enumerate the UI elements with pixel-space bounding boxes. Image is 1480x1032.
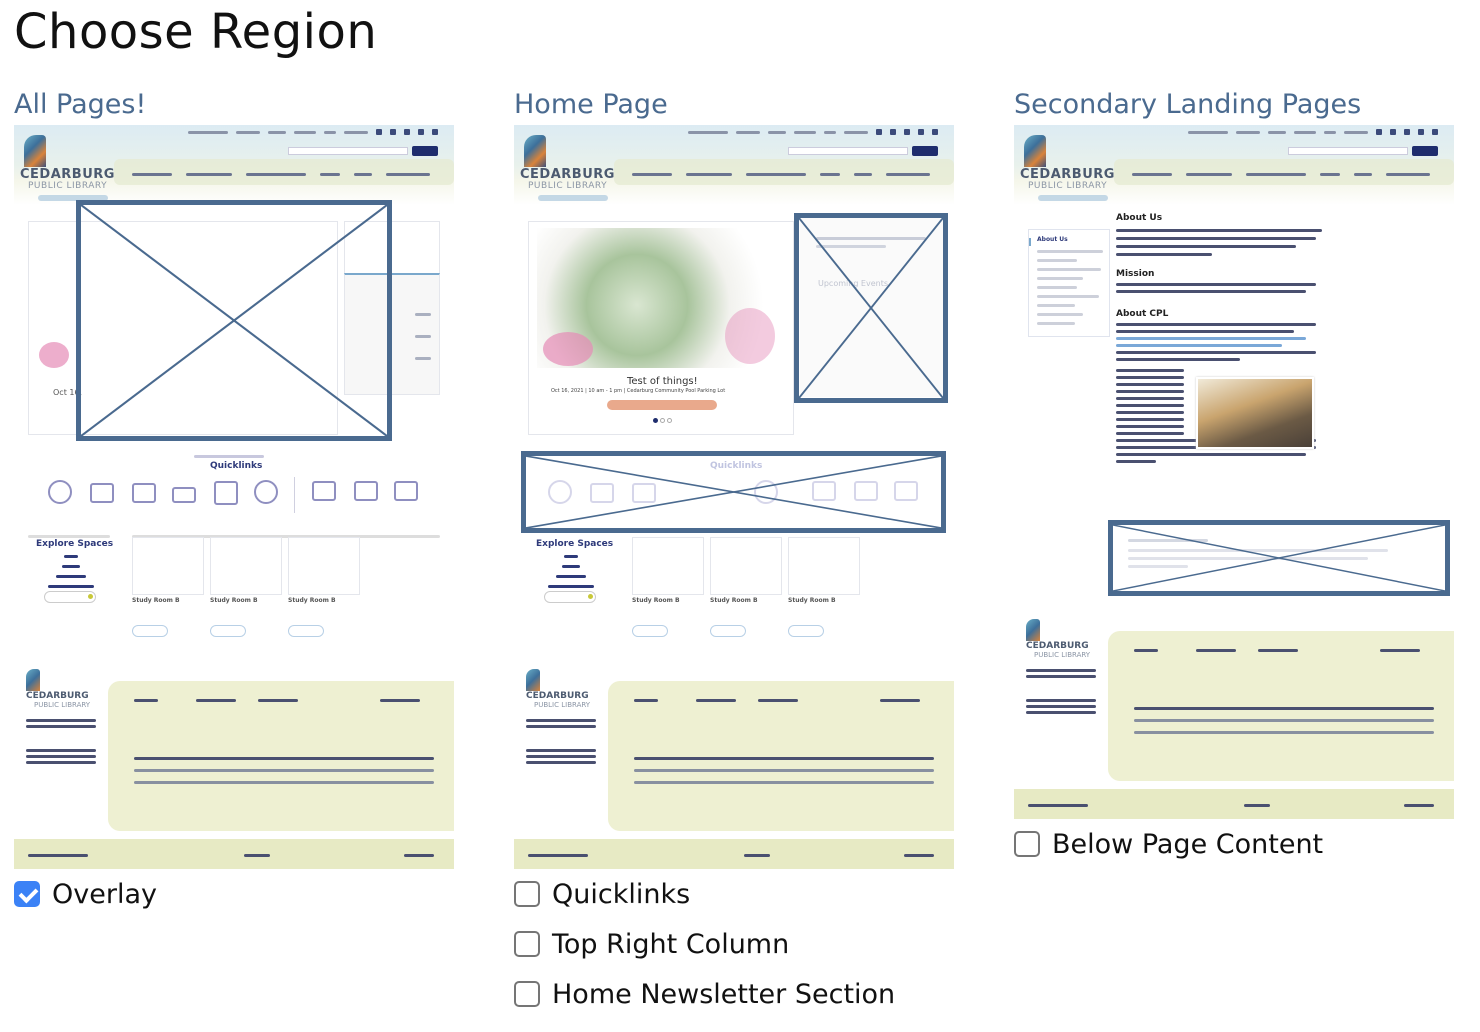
quicklinks-region-marker bbox=[521, 451, 946, 533]
site-nav bbox=[1132, 173, 1430, 176]
region-options: Below Page Content bbox=[1014, 819, 1454, 869]
region-column-all-pages: All Pages! CEDARBURG PUBLIC LIBRARY Oct … bbox=[14, 86, 454, 919]
footer-logo-icon bbox=[1026, 619, 1040, 641]
below-page-content-checkbox-row[interactable]: Below Page Content bbox=[1014, 819, 1454, 869]
column-title: All Pages! bbox=[14, 89, 147, 120]
column-title: Home Page bbox=[514, 89, 668, 120]
explore-spaces-title: Explore Spaces bbox=[36, 539, 114, 549]
top-right-column-checkbox[interactable] bbox=[514, 931, 540, 957]
region-options: Overlay bbox=[14, 869, 454, 919]
checkbox-label: Top Right Column bbox=[552, 928, 790, 960]
site-header: CEDARBURG PUBLIC LIBRARY bbox=[1014, 125, 1454, 205]
explore-spaces-title: Explore Spaces bbox=[536, 539, 614, 549]
heart-icon bbox=[254, 480, 278, 504]
site-nav bbox=[132, 173, 430, 176]
phone-icon bbox=[48, 480, 72, 504]
logo-text: CEDARBURG bbox=[520, 167, 615, 182]
region-options: Quicklinks Top Right Column Home Newslet… bbox=[514, 869, 954, 1019]
site-search-button bbox=[1412, 146, 1438, 156]
teens-icon bbox=[354, 481, 378, 501]
top-bar bbox=[188, 129, 438, 135]
page-thumbnail[interactable]: CEDARBURG PUBLIC LIBRARY About Us About … bbox=[1014, 125, 1454, 819]
home-newsletter-checkbox[interactable] bbox=[514, 981, 540, 1007]
quicklinks-checkbox[interactable] bbox=[514, 881, 540, 907]
site-header: CEDARBURG PUBLIC LIBRARY bbox=[514, 125, 954, 205]
column-title: Secondary Landing Pages bbox=[1014, 89, 1362, 120]
below-page-content-checkbox[interactable] bbox=[1014, 831, 1040, 857]
checkbox-label: Overlay bbox=[52, 878, 157, 910]
checkbox-label: Below Page Content bbox=[1052, 828, 1324, 860]
card-icon bbox=[90, 483, 114, 503]
site-header: CEDARBURG PUBLIC LIBRARY bbox=[14, 125, 454, 205]
site-footer: CEDARBURG PUBLIC LIBRARY bbox=[14, 669, 454, 869]
hero-meta: Oct 16, 2021 | 10 am - 1 pm | Cedarburg … bbox=[551, 388, 726, 394]
checkbox-label: Quicklinks bbox=[552, 878, 691, 910]
quicklinks-checkbox-row[interactable]: Quicklinks bbox=[514, 869, 954, 919]
overlay-region-marker bbox=[76, 200, 392, 441]
adults-icon bbox=[394, 481, 418, 501]
hero-button bbox=[607, 400, 717, 410]
hero-title: Test of things! bbox=[627, 376, 698, 387]
overlay-checkbox-row[interactable]: Overlay bbox=[14, 869, 454, 919]
below-page-content-region-marker bbox=[1108, 520, 1450, 596]
heading-about-us: About Us bbox=[1116, 213, 1163, 223]
footer-logo-icon bbox=[26, 669, 40, 691]
region-column-home-page: Home Page CEDARBURG PUBLIC LIBRARY Test … bbox=[514, 86, 954, 1019]
library-logo-icon bbox=[524, 135, 546, 167]
hero-card: Test of things! Oct 16, 2021 | 10 am - 1… bbox=[528, 221, 794, 435]
radio-icon bbox=[172, 487, 196, 503]
page-title: Choose Region bbox=[14, 4, 378, 60]
site-search-input bbox=[288, 147, 408, 155]
quicklinks-title: Quicklinks bbox=[210, 461, 263, 471]
region-column-secondary-landing-pages: Secondary Landing Pages CEDARBURG PUBLIC… bbox=[1014, 86, 1454, 869]
checkbox-label: Home Newsletter Section bbox=[552, 978, 896, 1010]
site-search-button bbox=[912, 146, 938, 156]
logo-text: CEDARBURG bbox=[20, 167, 115, 182]
logo-subtext: PUBLIC LIBRARY bbox=[528, 181, 608, 191]
heading-mission: Mission bbox=[1116, 269, 1155, 279]
logo-subtext: PUBLIC LIBRARY bbox=[28, 181, 108, 191]
library-logo-icon bbox=[24, 135, 46, 167]
library-logo-icon bbox=[1024, 135, 1046, 167]
top-right-column-region-marker bbox=[794, 213, 948, 403]
page-subnav: About Us bbox=[1028, 229, 1110, 337]
heading-about-cpl: About CPL bbox=[1116, 309, 1169, 319]
page-thumbnail[interactable]: CEDARBURG PUBLIC LIBRARY Oct 16, Quickli… bbox=[14, 125, 454, 869]
library-photo bbox=[1196, 377, 1314, 449]
kids-icon bbox=[312, 481, 336, 501]
site-search-input bbox=[788, 147, 908, 155]
logo-subtext: PUBLIC LIBRARY bbox=[1028, 181, 1108, 191]
calendar-icon bbox=[132, 483, 156, 503]
site-footer: CEDARBURG PUBLIC LIBRARY bbox=[1014, 619, 1454, 819]
box-icon bbox=[214, 481, 238, 505]
site-footer: CEDARBURG PUBLIC LIBRARY bbox=[514, 669, 954, 869]
site-nav bbox=[632, 173, 930, 176]
logo-text: CEDARBURG bbox=[1020, 167, 1115, 182]
site-search-input bbox=[1288, 147, 1408, 155]
page-thumbnail[interactable]: CEDARBURG PUBLIC LIBRARY Test of things!… bbox=[514, 125, 954, 869]
top-bar bbox=[1188, 129, 1438, 135]
site-search-button bbox=[412, 146, 438, 156]
footer-logo-icon bbox=[526, 669, 540, 691]
top-right-column-checkbox-row[interactable]: Top Right Column bbox=[514, 919, 954, 969]
top-bar bbox=[688, 129, 938, 135]
overlay-checkbox[interactable] bbox=[14, 881, 40, 907]
home-newsletter-checkbox-row[interactable]: Home Newsletter Section bbox=[514, 969, 954, 1019]
